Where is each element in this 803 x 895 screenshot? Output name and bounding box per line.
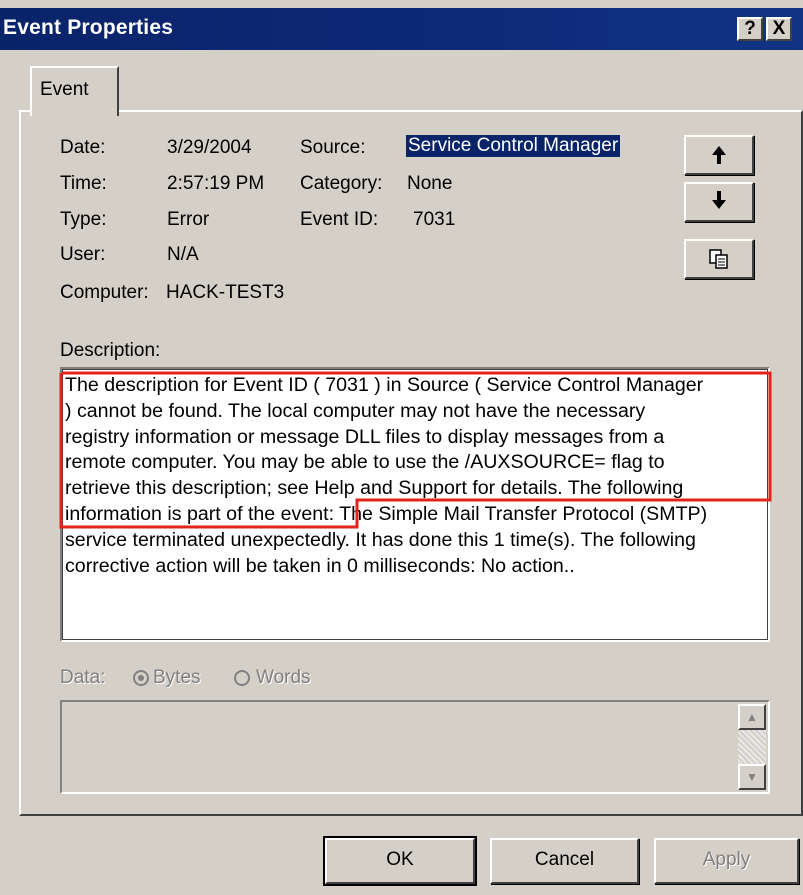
description-label: Description: (60, 340, 161, 361)
category-label: Category: (300, 173, 383, 194)
arrow-down-icon (712, 191, 726, 209)
category-value: None (407, 173, 453, 194)
help-button[interactable]: ? (737, 17, 763, 41)
bytes-label: Bytes (153, 667, 201, 688)
description-line: registry information or message DLL file… (65, 425, 665, 448)
source-value[interactable]: Service Control Manager (406, 135, 621, 157)
description-line: corrective action will be taken in 0 mil… (65, 554, 575, 577)
scroll-down-button[interactable]: ▼ (738, 764, 766, 790)
title-bar[interactable]: Event Properties ? X (0, 8, 803, 50)
words-label: Words (256, 667, 311, 688)
user-value: N/A (167, 244, 199, 265)
description-line: The description for Event ID ( 7031 ) in… (65, 374, 704, 396)
user-label: User: (60, 244, 106, 265)
window-title: Event Properties (3, 16, 174, 39)
description-line-part: The Simple Mail Transfer Protocol (SMTP) (339, 502, 708, 525)
words-radio[interactable] (234, 670, 250, 686)
ok-button[interactable]: OK (323, 836, 477, 886)
source-label: Source: (300, 137, 366, 158)
event-id-value: 7031 (413, 209, 456, 230)
description-text: The description for Event ID ( 7031 ) in… (65, 373, 765, 579)
data-label: Data: (60, 667, 106, 688)
tab-event-label: Event (40, 79, 89, 100)
description-line: information is part of the event: The Si… (65, 502, 765, 528)
previous-event-button[interactable] (684, 135, 754, 175)
time-label: Time: (60, 173, 107, 194)
data-textbox[interactable]: ▲ ▼ (60, 700, 770, 794)
type-value: Error (167, 209, 210, 230)
tab-event[interactable]: Event (30, 66, 119, 116)
description-line: retrieve this description; see Help and … (65, 477, 684, 500)
apply-button[interactable]: Apply (654, 838, 799, 884)
description-line-part: information is part of the event: (65, 502, 340, 525)
copy-icon (709, 249, 728, 269)
event-id-label: Event ID: (300, 209, 379, 230)
data-scrollbar[interactable]: ▲ ▼ (738, 704, 766, 790)
arrow-up-icon (712, 146, 726, 164)
computer-value: HACK-TEST3 (166, 282, 285, 303)
close-button[interactable]: X (766, 17, 792, 41)
type-label: Type: (60, 209, 107, 230)
description-textbox[interactable]: The description for Event ID ( 7031 ) in… (60, 367, 770, 642)
next-event-button[interactable] (684, 182, 754, 222)
date-value: 3/29/2004 (167, 137, 252, 158)
date-label: Date: (60, 137, 106, 158)
computer-label: Computer: (60, 282, 149, 303)
time-value: 2:57:19 PM (167, 173, 265, 194)
description-line: remote computer. You may be able to use … (65, 451, 665, 474)
description-line: service terminated unexpectedly. It has … (65, 528, 696, 551)
bytes-radio[interactable] (133, 670, 149, 686)
cancel-button[interactable]: Cancel (490, 838, 639, 884)
event-properties-dialog: Event Properties ? X Event Date: 3/29/20… (0, 0, 803, 895)
description-line: ) cannot be found. The local computer ma… (65, 399, 646, 422)
copy-button[interactable] (684, 239, 754, 279)
scroll-up-button[interactable]: ▲ (738, 704, 766, 730)
